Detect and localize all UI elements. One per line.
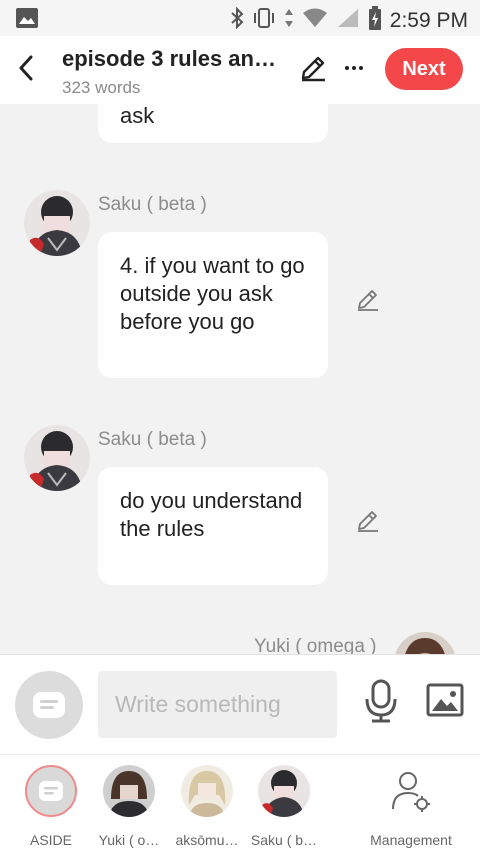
avatar-yuki[interactable] (394, 632, 456, 654)
word-count: 323 words (62, 78, 141, 97)
aside-avatar (25, 765, 77, 817)
pencil-icon (358, 511, 378, 532)
tab-label: Yuki ( o… (98, 832, 160, 848)
chat-area[interactable]: ask Saku ( beta ) 4. if you want to go o… (0, 104, 480, 654)
message-bubble[interactable]: 4. if you want to go outside you ask bef… (98, 232, 328, 378)
speaker-name: Yuki ( omega ) (254, 636, 377, 654)
tab-character-aksomu[interactable]: aksōmu… (169, 765, 245, 848)
clock: 2:59 PM (389, 8, 468, 32)
edit-title-button[interactable] (299, 54, 327, 87)
wifi-icon (302, 8, 328, 33)
speaker-name: Saku ( beta ) (98, 194, 207, 215)
speaker-name: Saku ( beta ) (98, 429, 207, 450)
message-bubble[interactable]: ask (98, 104, 328, 143)
tab-label: aksōmu… (175, 832, 239, 848)
voice-button[interactable] (362, 679, 400, 728)
avatar-saku (258, 765, 310, 817)
more-options-button[interactable] (340, 56, 368, 80)
next-button[interactable]: Next (385, 48, 463, 90)
image-button[interactable] (426, 683, 464, 722)
image-icon (426, 683, 464, 717)
tab-character-saku[interactable]: Saku ( b… (246, 765, 322, 848)
more-dot-icon (345, 66, 349, 70)
avatar-saku[interactable] (24, 425, 90, 491)
management-avatar (385, 765, 437, 817)
bluetooth-icon (230, 6, 244, 34)
microphone-icon (365, 679, 397, 723)
battery-icon (368, 6, 382, 35)
status-bar: 2:59 PM (0, 0, 480, 36)
composer-bar (0, 654, 480, 754)
tab-label: ASIDE (29, 832, 72, 848)
tab-character-yuki[interactable]: Yuki ( o… (91, 765, 167, 848)
gallery-notification-icon (16, 8, 38, 33)
chat-bubble-icon (39, 781, 63, 801)
avatar-yuki (103, 765, 155, 817)
avatar-saku[interactable] (24, 190, 90, 256)
tab-label: Management (370, 832, 452, 848)
tab-management[interactable]: Management (364, 765, 458, 848)
edit-message-button[interactable] (356, 508, 380, 537)
more-dot-icon (352, 66, 356, 70)
pencil-icon (301, 56, 325, 82)
episode-title[interactable]: episode 3 rules an… (62, 46, 282, 72)
message-input[interactable] (98, 671, 337, 738)
chevron-left-icon (19, 55, 33, 81)
header: episode 3 rules an… 323 words Next (0, 36, 480, 104)
back-button[interactable] (10, 50, 42, 86)
tab-label: Saku ( b… (250, 832, 318, 848)
data-arrows-icon (284, 7, 294, 34)
user-settings-icon (392, 772, 430, 812)
signal-icon (336, 7, 360, 34)
edit-message-button[interactable] (356, 287, 380, 316)
tab-aside[interactable]: ASIDE (13, 765, 89, 848)
character-bar: ASIDE Yuki ( o… aksōmu… Saku ( b… Manage… (0, 754, 480, 854)
vibrate-icon (252, 7, 276, 34)
chat-bubble-icon (33, 692, 65, 718)
pencil-icon (358, 290, 378, 311)
avatar-aksomu (181, 765, 233, 817)
aside-button[interactable] (15, 671, 83, 739)
message-bubble[interactable]: do you understand the rules (98, 467, 328, 585)
more-dot-icon (359, 66, 363, 70)
